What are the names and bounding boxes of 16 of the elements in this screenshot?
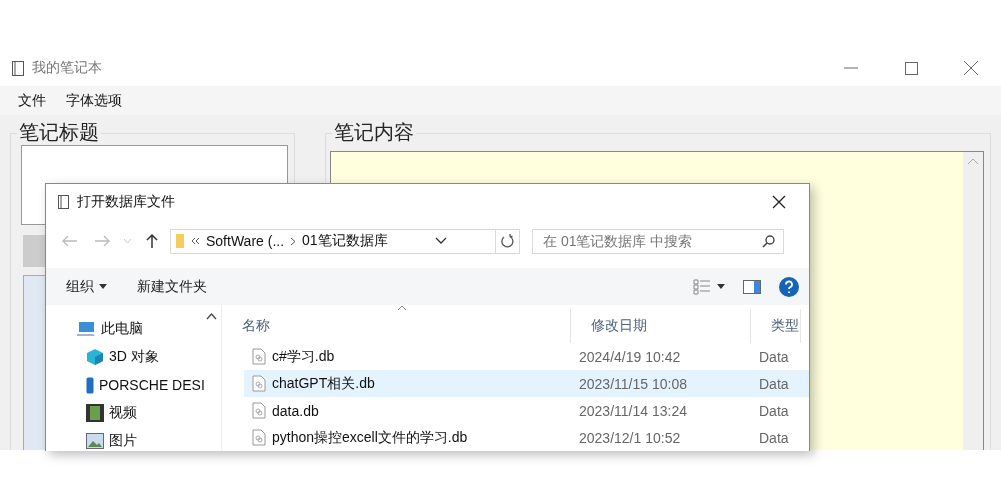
file-date: 2024/4/19 10:42 xyxy=(579,348,681,365)
file-name: c#学习.db xyxy=(272,347,335,366)
file-type: Data xyxy=(759,429,789,446)
file-type: Data xyxy=(759,348,789,365)
file-type: Data xyxy=(759,402,789,419)
file-date: 2023/11/14 13:24 xyxy=(579,402,687,419)
group-label: 笔记标题 xyxy=(17,121,101,143)
file-name: chatGPT相关.db xyxy=(272,374,375,393)
file-date: 2023/12/1 10:52 xyxy=(579,429,681,446)
file-date: 2023/11/15 10:08 xyxy=(579,375,687,392)
window-title: 我的笔记本 xyxy=(32,59,102,77)
file-name: python操控excell文件的学习.db xyxy=(272,428,468,447)
group-label: 笔记内容 xyxy=(332,121,416,143)
file-type: Data xyxy=(759,375,789,392)
file-name: data.db xyxy=(272,402,319,419)
dialog-title: 打开数据库文件 xyxy=(77,193,175,211)
